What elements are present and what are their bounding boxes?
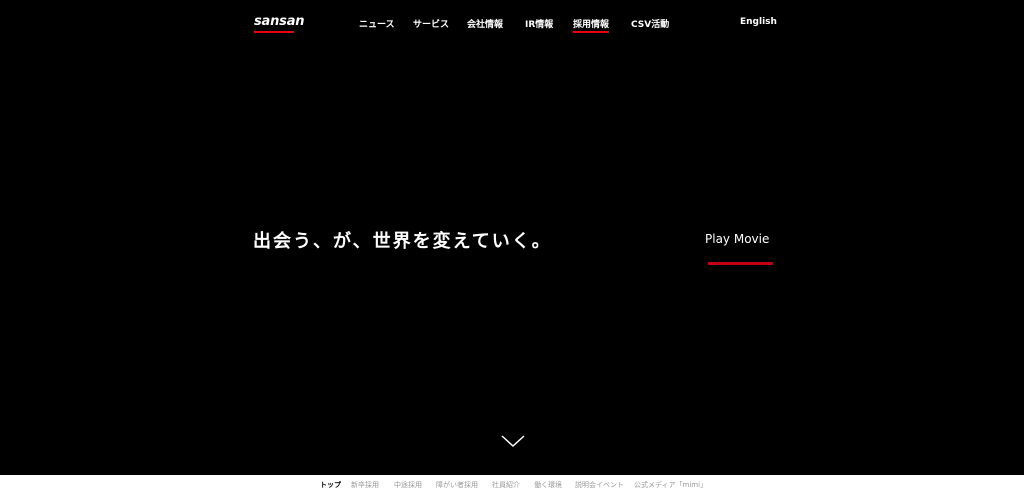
play-movie-button[interactable]: Play Movie [705,232,769,246]
nav-item-news[interactable]: ニュース [359,17,395,30]
play-movie-underline [708,262,773,265]
site-header: sansan ニュース サービス 会社情報 IR情報 採用情報 CSV活動 En… [0,0,1024,46]
nav-item-csv[interactable]: CSV活動 [631,17,669,30]
nav-item-company[interactable]: 会社情報 [467,17,503,30]
nav-item-recruit[interactable]: 採用情報 [573,17,609,30]
subnav-item-disability[interactable]: 障がい者採用 [436,480,478,490]
chevron-down-icon[interactable] [500,433,526,449]
nav-item-ir[interactable]: IR情報 [525,17,553,30]
nav-active-indicator [573,31,609,33]
hero-tagline: 出会う、が、世界を変えていく。 [253,231,552,252]
subnav-item-new-grad[interactable]: 新卒採用 [351,480,379,490]
subnav-item-mid-career[interactable]: 中途採用 [394,480,422,490]
logo-underline [254,31,294,33]
subnav-item-members[interactable]: 社員紹介 [492,480,520,490]
subnav-item-media[interactable]: 公式メディア「mimi」 [634,480,707,490]
recruit-subnav: トップ 新卒採用 中途採用 障がい者採用 社員紹介 働く環境 説明会イベント 公… [0,475,1024,494]
subnav-item-top[interactable]: トップ [320,480,341,490]
subnav-item-events[interactable]: 説明会イベント [575,480,624,490]
global-nav: ニュース サービス 会社情報 IR情報 採用情報 CSV活動 [0,17,1024,31]
subnav-item-environment[interactable]: 働く環境 [534,480,562,490]
english-link[interactable]: English [740,17,777,27]
nav-item-service[interactable]: サービス [413,17,449,30]
